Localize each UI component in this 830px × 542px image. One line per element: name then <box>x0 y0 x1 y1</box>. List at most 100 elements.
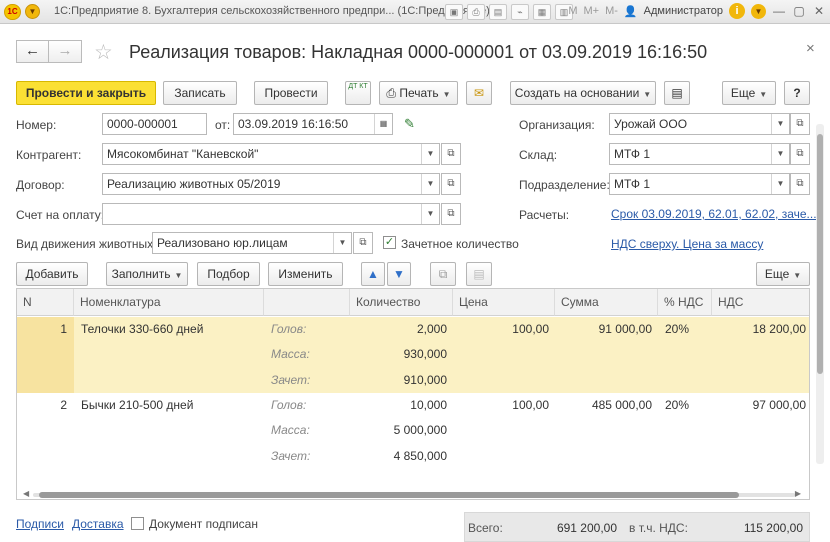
row-qty-credit[interactable]: 4 850,000 <box>350 449 447 463</box>
move-down-button[interactable]: ▼ <box>387 262 411 286</box>
date-field[interactable]: 03.09.2019 16:16:50 ▦ <box>233 113 393 135</box>
post-and-close-button[interactable]: Провести и закрыть <box>16 81 156 105</box>
col-header-qty[interactable]: Количество <box>350 289 453 316</box>
warehouse-open-icon[interactable]: ⧉ <box>790 143 810 165</box>
minimize-icon[interactable]: — <box>772 4 786 18</box>
pick-button[interactable]: Подбор <box>197 262 260 286</box>
contract-open-icon[interactable]: ⧉ <box>441 173 461 195</box>
add-row-button[interactable]: Добавить <box>16 262 88 286</box>
memory-m-minus[interactable]: M- <box>605 5 618 17</box>
form-scroll-thumb[interactable] <box>817 134 823 374</box>
row-vat[interactable]: 97 000,00 <box>712 398 806 412</box>
fill-button[interactable]: Заполнить ▼ <box>106 262 188 286</box>
row-vat[interactable]: 18 200,00 <box>712 322 806 336</box>
structure-button[interactable]: ▤ <box>664 81 690 105</box>
row-vat-rate[interactable]: 20% <box>665 322 689 336</box>
row-number[interactable]: 2 <box>17 398 67 412</box>
counterparty-open-icon[interactable]: ⧉ <box>441 143 461 165</box>
scroll-left-icon[interactable]: ◀ <box>23 489 29 498</box>
document-signed-checkbox[interactable] <box>131 517 144 530</box>
favorite-star-icon[interactable]: ☆ <box>94 40 113 65</box>
row-sum[interactable]: 485 000,00 <box>555 398 652 412</box>
invoice-dropdown-icon[interactable]: ▼ <box>421 204 439 224</box>
invoice-field[interactable]: ▼ <box>102 203 440 225</box>
col-header-unit[interactable] <box>264 289 350 316</box>
settings-chevron-icon[interactable]: ▼ <box>751 3 766 19</box>
division-open-icon[interactable]: ⧉ <box>790 173 810 195</box>
row-price[interactable]: 100,00 <box>453 322 549 336</box>
number-field[interactable]: 0000-000001 <box>102 113 207 135</box>
post-button[interactable]: Провести <box>254 81 328 105</box>
memory-m-plus[interactable]: M+ <box>584 5 600 17</box>
email-button[interactable]: ✉ <box>466 81 492 105</box>
movement-dropdown-icon[interactable]: ▼ <box>333 233 351 253</box>
date-edit-icon[interactable]: ✎ <box>404 116 415 132</box>
organization-open-icon[interactable]: ⧉ <box>790 113 810 135</box>
scroll-thumb[interactable] <box>39 492 739 498</box>
counterparty-field[interactable]: Мясокомбинат "Каневской" ▼ <box>102 143 440 165</box>
table-more-button[interactable]: Еще ▼ <box>756 262 810 286</box>
preview-icon[interactable]: ▤ <box>489 4 507 20</box>
paste-rows-button[interactable]: ▤ <box>466 262 492 286</box>
save-icon[interactable]: ▣ <box>445 4 463 20</box>
division-dropdown-icon[interactable]: ▼ <box>771 174 789 194</box>
change-button[interactable]: Изменить <box>268 262 343 286</box>
more-button[interactable]: Еще ▼ <box>722 81 776 105</box>
movement-open-icon[interactable]: ⧉ <box>353 232 373 254</box>
contract-dropdown-icon[interactable]: ▼ <box>421 174 439 194</box>
delivery-link[interactable]: Доставка <box>72 517 124 531</box>
row-sum[interactable]: 91 000,00 <box>555 322 652 336</box>
move-up-button[interactable]: ▲ <box>361 262 385 286</box>
back-arrow-icon[interactable]: ← <box>16 40 49 63</box>
main-menu-chevron-icon[interactable]: ▼ <box>25 4 40 19</box>
signatures-link[interactable]: Подписи <box>16 517 64 531</box>
organization-dropdown-icon[interactable]: ▼ <box>771 114 789 134</box>
row-qty-mass[interactable]: 930,000 <box>350 347 447 361</box>
forward-arrow-icon[interactable]: → <box>49 40 82 63</box>
col-header-vat[interactable]: НДС <box>712 289 809 316</box>
window-close-icon[interactable]: ✕ <box>812 4 826 18</box>
row-qty-credit[interactable]: 910,000 <box>350 373 447 387</box>
create-based-on-button[interactable]: Создать на основании ▼ <box>510 81 656 105</box>
row-price[interactable]: 100,00 <box>453 398 549 412</box>
col-header-sum[interactable]: Сумма <box>555 289 658 316</box>
calculator-icon[interactable]: ▦ <box>533 4 551 20</box>
credit-qty-checkbox[interactable]: ✓ <box>383 236 396 249</box>
row-vat-rate[interactable]: 20% <box>665 398 689 412</box>
row-item-name[interactable]: Телочки 330-660 дней <box>81 322 203 336</box>
print-icon[interactable]: ⎙ <box>467 4 485 20</box>
scroll-right-icon[interactable]: ▶ <box>795 489 801 498</box>
user-name[interactable]: Администратор <box>644 5 723 17</box>
organization-field[interactable]: Урожай ООО ▼ <box>609 113 790 135</box>
form-vertical-scrollbar[interactable] <box>816 124 824 464</box>
help-button[interactable]: ? <box>784 81 810 105</box>
movement-field[interactable]: Реализовано юр.лицам ▼ <box>152 232 352 254</box>
row-qty-mass[interactable]: 5 000,000 <box>350 423 447 437</box>
calendar-picker-icon[interactable]: ▦ <box>374 114 392 134</box>
col-header-item[interactable]: Номенклатура <box>74 289 264 316</box>
maximize-icon[interactable]: ▢ <box>792 4 806 18</box>
form-close-icon[interactable]: × <box>806 40 815 57</box>
row-item-name[interactable]: Бычки 210-500 дней <box>81 398 193 412</box>
dt-kt-button[interactable]: ДТ КТ <box>345 81 371 105</box>
row-qty-heads[interactable]: 10,000 <box>350 398 447 412</box>
info-icon[interactable]: i <box>729 3 745 19</box>
col-header-price[interactable]: Цена <box>453 289 555 316</box>
memory-m[interactable]: M <box>568 5 577 17</box>
row-qty-heads[interactable]: 2,000 <box>350 322 447 336</box>
save-button[interactable]: Записать <box>163 81 237 105</box>
contract-field[interactable]: Реализацию животных 05/2019 ▼ <box>102 173 440 195</box>
link-icon[interactable]: ⌁ <box>511 4 529 20</box>
warehouse-field[interactable]: МТФ 1 ▼ <box>609 143 790 165</box>
invoice-open-icon[interactable]: ⧉ <box>441 203 461 225</box>
col-header-vat-rate[interactable]: % НДС <box>658 289 712 316</box>
division-field[interactable]: МТФ 1 ▼ <box>609 173 790 195</box>
copy-rows-button[interactable]: ⧉ <box>430 262 456 286</box>
warehouse-dropdown-icon[interactable]: ▼ <box>771 144 789 164</box>
col-header-n[interactable]: N <box>17 289 74 316</box>
settlements-link[interactable]: Срок 03.09.2019, 62.01, 62.02, заче... <box>611 207 817 221</box>
counterparty-dropdown-icon[interactable]: ▼ <box>421 144 439 164</box>
vat-mode-link[interactable]: НДС сверху. Цена за массу <box>611 237 763 251</box>
print-button[interactable]: ⎙ Печать ▼ <box>379 81 458 105</box>
row-number[interactable]: 1 <box>17 322 67 336</box>
